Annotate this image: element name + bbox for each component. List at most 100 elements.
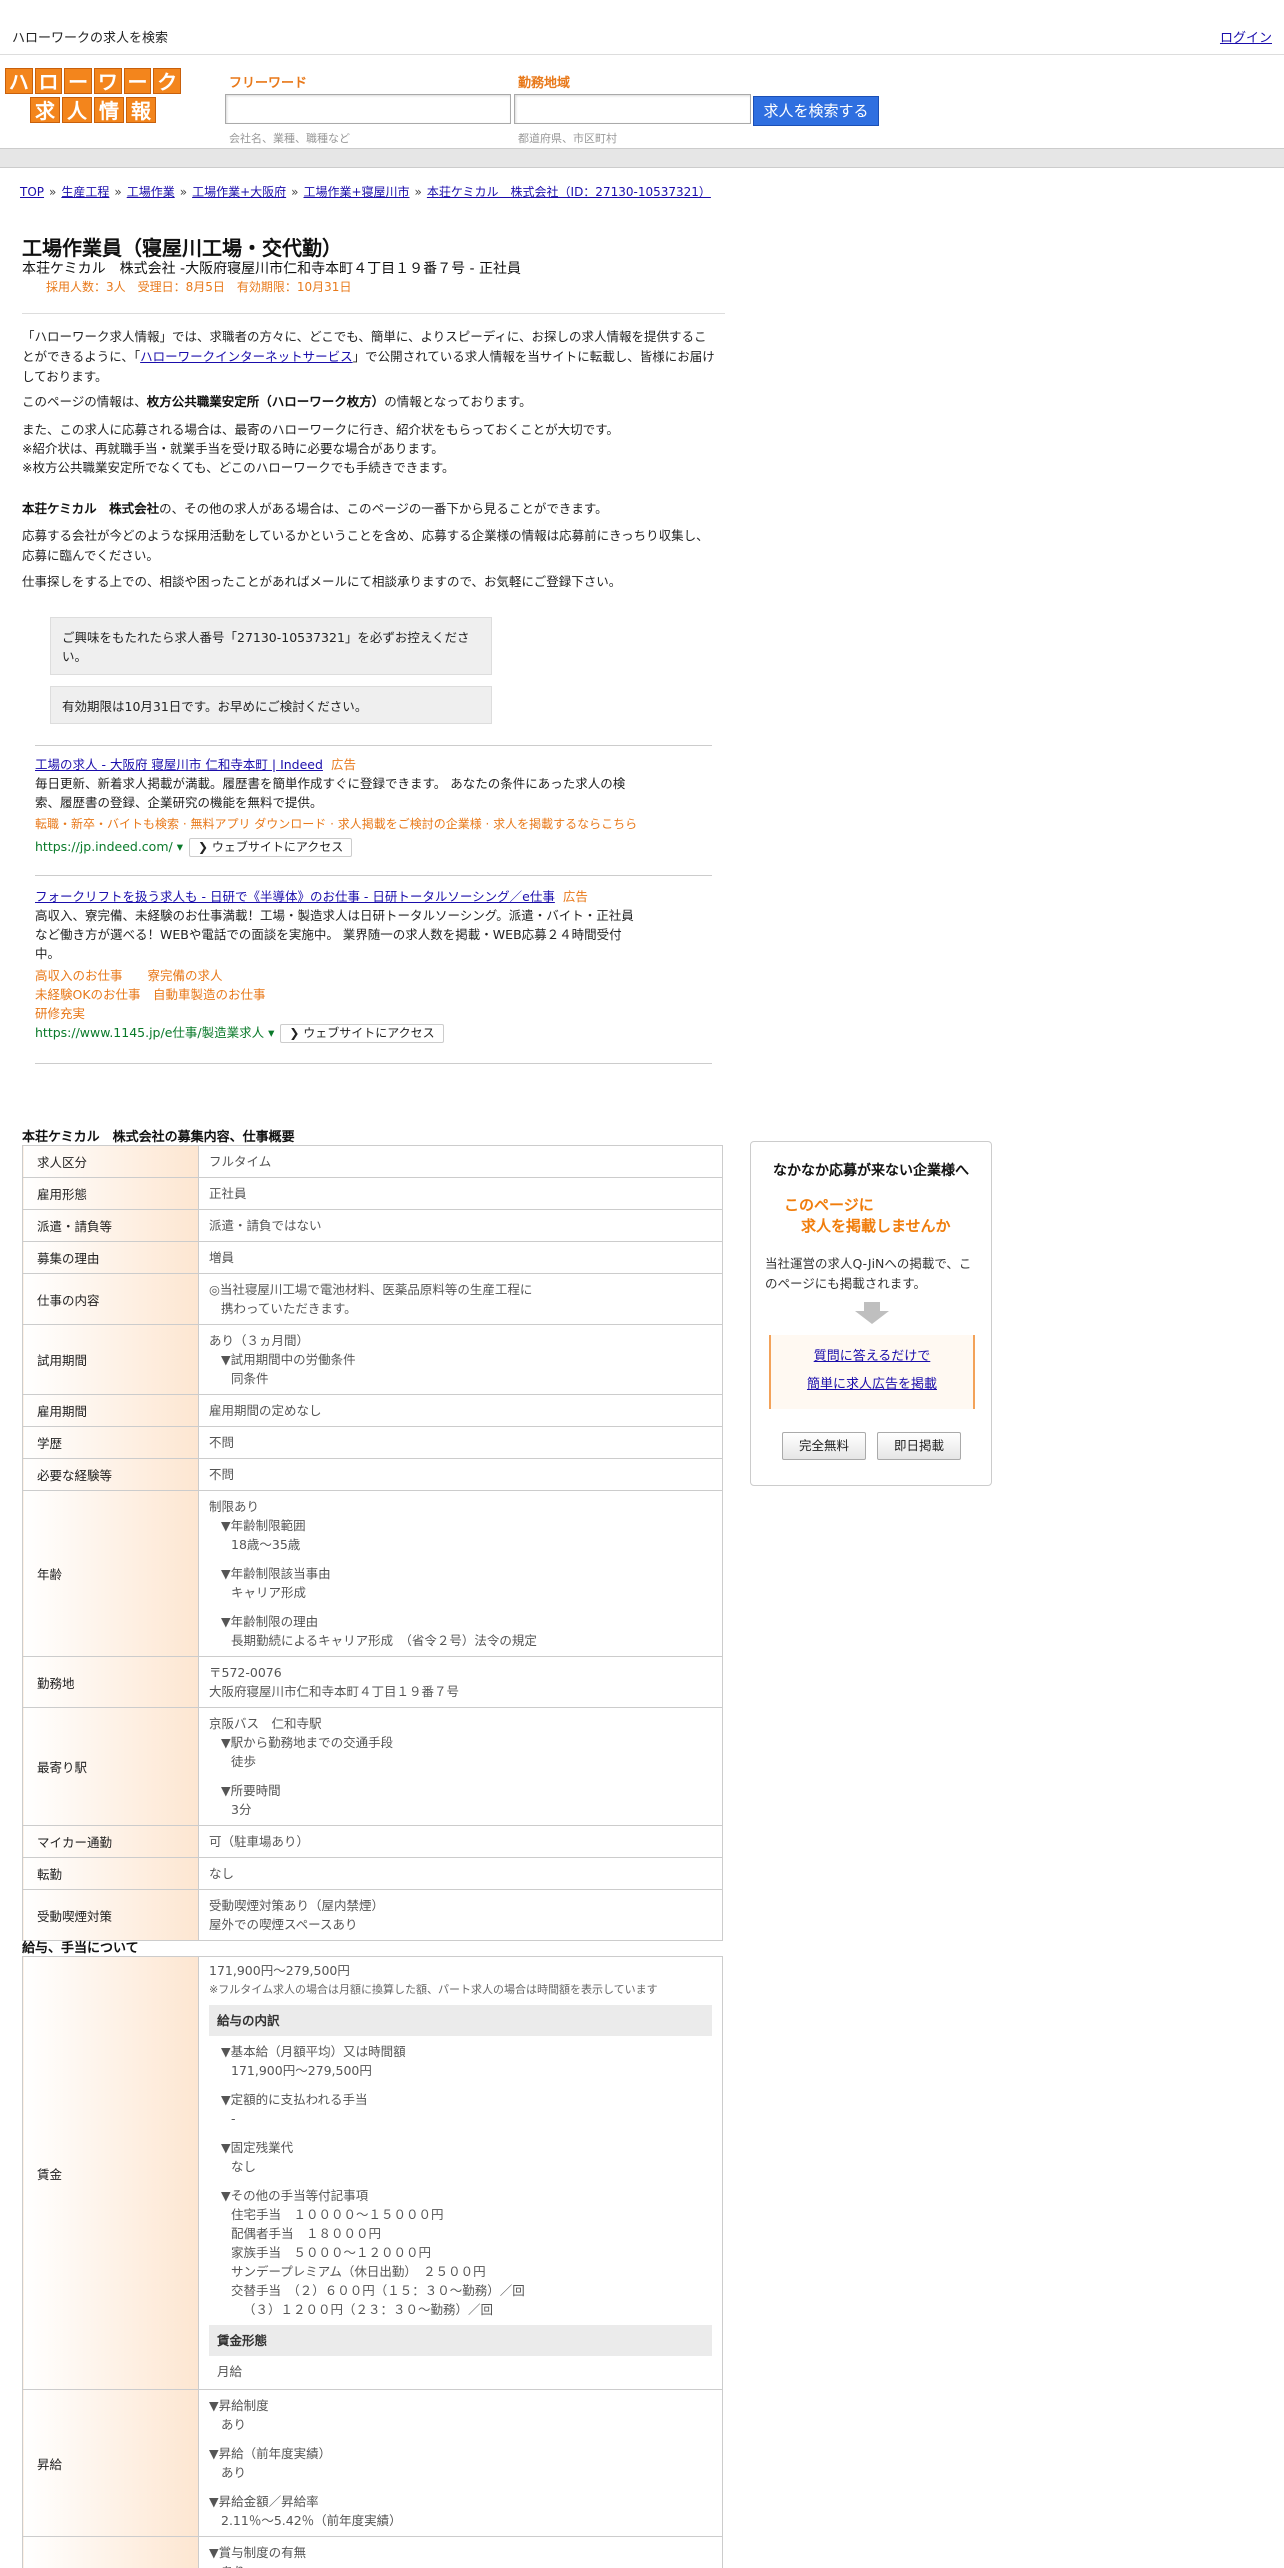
ad-url[interactable]: https://jp.indeed.com/ [35, 839, 173, 854]
row-label: 学歴 [22, 1426, 199, 1459]
ad-title-link[interactable]: フォークリフトを扱う求人も - 日研で《半導体》のお仕事 - 日研トータルソーシ… [35, 889, 555, 904]
value-line: 配偶者手当 １８０００円 [231, 2226, 382, 2241]
value-line: ▼昇給制度 [209, 2398, 269, 2413]
chevron-down-icon[interactable]: ▾ [173, 839, 183, 854]
value-line: ▼昇給（前年度実績） [209, 2446, 332, 2461]
row-label [22, 2536, 199, 2568]
row-label: 最寄り駅 [22, 1707, 199, 1826]
table-row: 年齢 制限あり ▼年齢制限範囲 18歳〜35歳 ▼年齢制限該当事由 キャリア形成 ▼年齢制限… [22, 1490, 723, 1657]
ad-indeed: 工場の求人 - 大阪府 寝屋川市 仁和寺本町 | Indeed 広告 毎日更新、新… [35, 755, 637, 857]
ad-sitelinks[interactable]: 高収入のお仕事 寮完備の求人 [35, 966, 645, 985]
value-line: - [231, 2111, 236, 2126]
row-value: フルタイム [198, 1145, 723, 1178]
breadcrumb-top[interactable]: TOP [20, 185, 44, 199]
salary-range: 171,900円〜279,500円 [209, 1963, 350, 1978]
ad-sitelinks[interactable]: 未経験OKのお仕事 自動車製造のお仕事 [35, 985, 645, 1004]
table-row: 学歴 不問 [22, 1426, 723, 1459]
value-line: 3分 [231, 1802, 252, 1817]
row-value: 不問 [198, 1426, 723, 1459]
company-name: 本荘ケミカル 株式会社 [22, 501, 160, 516]
logo-character: 報 [126, 97, 156, 123]
breadcrumb-production[interactable]: 生産工程 [61, 185, 109, 199]
row-value: 雇用期間の定めなし [198, 1394, 723, 1427]
hellowork-internet-service-link[interactable]: ハローワークインターネットサービス [140, 349, 353, 364]
row-value: 受動喫煙対策あり（屋内禁煙） 屋外での喫煙スペースあり [198, 1889, 723, 1941]
value-line: ▼賞与制度の有無 [209, 2545, 307, 2560]
table-row: 雇用期間 雇用期間の定めなし [22, 1394, 723, 1427]
page-title: 工場作業員（寝屋川工場・交代勤） [22, 236, 342, 260]
chevron-down-icon[interactable]: ▾ [264, 1025, 274, 1040]
table-row: 求人区分 フルタイム [22, 1145, 723, 1178]
job-meta: 採用人数：3人 受理日：8月5日 有効期限：10月31日 [46, 280, 352, 294]
value-line: 171,900円〜279,500円 [231, 2063, 372, 2078]
value-line: あり [209, 2562, 712, 2568]
job-subtitle: 本荘ケミカル 株式会社 -大阪府寝屋川市仁和寺本町４丁目１９番７号 - 正社員 [22, 261, 522, 277]
free-button[interactable]: 完全無料 [782, 1432, 866, 1460]
intro-paragraph-5: 応募する会社が今どのような採用活動をしているかということを含め、応募する企業様の… [22, 528, 709, 563]
breadcrumb-factory-neyagawa[interactable]: 工場作業+寝屋川市 [303, 185, 409, 199]
ad-sitelinks[interactable]: 研修充実 [35, 1004, 645, 1023]
logo-character: 求 [30, 97, 60, 123]
value-line: 長期勤続によるキャリア形成 （省令２号）法令の規定 [231, 1633, 537, 1648]
ad-sitelinks[interactable]: 転職・新卒・バイトも検索 · 無料アプリ ダウンロード · 求人掲載をご検討の企… [35, 815, 725, 834]
value-line: あり [221, 2465, 247, 2480]
divider-bar [0, 148, 1284, 168]
login-link[interactable]: ログイン [1220, 27, 1272, 46]
value-line: 受動喫煙対策あり（屋内禁煙） [209, 1898, 385, 1913]
freeword-field-group: フリーワード 会社名、業種、職種など [225, 72, 511, 152]
value-line: なし [231, 2159, 257, 2174]
row-value: ◎当社寝屋川工場で電池材料、医薬品原料等の生産工程に 携わっていただきます。 [198, 1273, 723, 1325]
hellowork-logo[interactable]: ハローワーク 求人情報 [5, 68, 182, 124]
value-line: 交替手当 （２）６００円（１５：３０～勤務）／回 [231, 2283, 525, 2298]
subheading-wage-type: 賃金形態 [209, 2325, 712, 2356]
expiry-note: 有効期限は10月31日です。お早めにご検討ください。 [50, 686, 492, 724]
row-label: 昇給 [22, 2389, 199, 2537]
row-value: 〒572-0076 大阪府寝屋川市仁和寺本町４丁目１９番７号 [198, 1656, 723, 1708]
ad-url[interactable]: https://www.1145.jp/e仕事/製造業求人 [35, 1025, 264, 1040]
value-line: キャリア形成 [231, 1585, 307, 1600]
table-row: 試用期間 あり（３ヵ月間） ▼試用期間中の労働条件 同条件 [22, 1324, 723, 1395]
breadcrumb-factory[interactable]: 工場作業 [127, 185, 175, 199]
area-input[interactable] [514, 94, 751, 124]
ad-description: 毎日更新、新着求人掲載が満載。履歴書を簡単作成すぐに登録できます。 あなたの条件… [35, 776, 626, 810]
search-button[interactable]: 求人を検索する [753, 96, 879, 126]
salary-note: ※フルタイム求人の場合は月額に換算した額、パート求人の場合は時間額を表示していま… [209, 1983, 658, 1996]
same-day-button[interactable]: 即日掲載 [877, 1432, 961, 1460]
logo-character: ロ [34, 68, 63, 94]
value-line: ▼試用期間中の労働条件 [221, 1352, 356, 1367]
value-line: 2.11％〜5.42％（前年度実績） [221, 2513, 402, 2528]
value-line: ▼固定残業代 [221, 2140, 294, 2155]
visit-website-button[interactable]: ❯ ウェブサイトにアクセス [188, 838, 353, 857]
site-title: ハローワークの求人を検索 [12, 31, 169, 46]
row-label: 求人区分 [22, 1145, 199, 1178]
row-value: 派遣・請負ではない [198, 1209, 723, 1242]
job-number-note: ご興味をもたれたら求人番号「27130-10537321」を必ずお控えください。 [50, 617, 492, 675]
value-line: 携わっていただきます。 [221, 1301, 357, 1316]
value-line: ▼駅から勤務地までの交通手段 [221, 1735, 394, 1750]
office-name: 枚方公共職業安定所（ハローワーク枚方） [146, 394, 385, 409]
sidebar-link-questions[interactable]: 質問に答えるだけで [814, 1349, 931, 1364]
breadcrumb-company[interactable]: 本荘ケミカル 株式会社（ID：27130-10537321） [427, 185, 711, 199]
area-hint: 都道府県、市区町村 [518, 132, 617, 145]
visit-website-button[interactable]: ❯ ウェブサイトにアクセス [280, 1024, 444, 1043]
row-value: 増員 [198, 1241, 723, 1274]
ad-nikken: フォークリフトを扱う求人も - 日研で《半導体》のお仕事 - 日研トータルソーシ… [35, 887, 645, 1043]
section-heading-salary: 給与、手当について [22, 1941, 139, 1956]
value-line: 月給 [217, 2364, 243, 2379]
intro-paragraph-4: 本荘ケミカル 株式会社の、その他の求人がある場合は、このページの一番下から見るこ… [22, 499, 718, 519]
intro-text: また、この求人に応募される場合は、最寄のハローワークに行き、紹介状をもらっておく… [22, 422, 619, 437]
value-line: 住宅手当 １００００～１５０００円 [231, 2207, 444, 2222]
sidebar-link-post-ad[interactable]: 簡単に求人広告を掲載 [807, 1377, 937, 1392]
title-divider [22, 313, 725, 314]
row-label: マイカー通勤 [22, 1825, 199, 1858]
sidebar-description: 当社運営の求人Q-JiNへの掲載で、このページにも掲載されます。 [765, 1256, 972, 1291]
ad-tag: 広告 [330, 757, 356, 772]
table-row: 募集の理由 増員 [22, 1241, 723, 1274]
logo-character: 情 [94, 97, 124, 123]
value-line: 屋外での喫煙スペースあり [209, 1917, 358, 1932]
logo-character: ハ [5, 68, 33, 94]
salary-table: 賃金 171,900円〜279,500円 ※フルタイム求人の場合は月額に換算した… [22, 1956, 723, 2568]
ad-title-link[interactable]: 工場の求人 - 大阪府 寝屋川市 仁和寺本町 | Indeed [35, 757, 323, 772]
breadcrumb-factory-osaka[interactable]: 工場作業+大阪府 [192, 185, 286, 199]
freeword-input[interactable] [225, 94, 511, 124]
